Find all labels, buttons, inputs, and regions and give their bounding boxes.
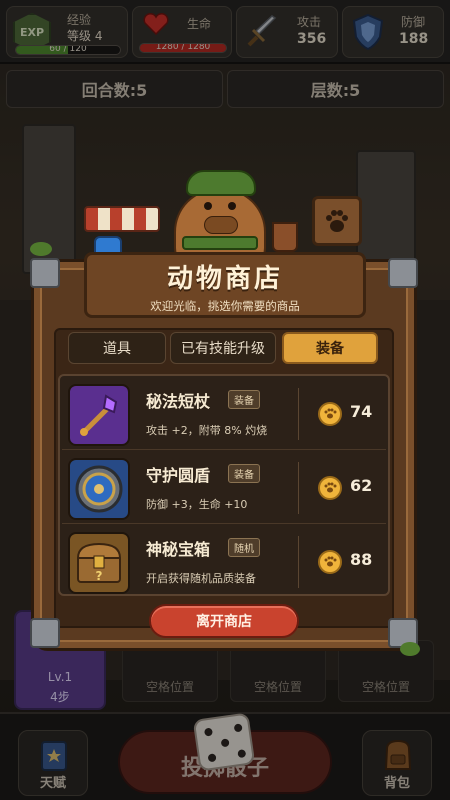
leave-shop-button[interactable]: 离开商店	[149, 604, 299, 638]
coin-icon	[318, 402, 342, 426]
shield-icon	[68, 458, 130, 520]
shop-subtitle: 欢迎光临，挑选你需要的商品	[150, 299, 300, 313]
corner-bracket	[388, 258, 418, 288]
paw-sign-icon	[312, 196, 362, 246]
item-desc: 防御 +3，生命 +10	[146, 498, 248, 511]
tab-skill-upgrade[interactable]: 已有技能升级	[170, 332, 276, 364]
divider	[298, 462, 299, 514]
item-price: 62	[350, 476, 373, 495]
tab-equipment[interactable]: 装备	[282, 332, 378, 364]
shop-item-row[interactable]: ? 神秘宝箱 随机 开启获得随机品质装备 88	[62, 526, 386, 598]
vine-decoration	[30, 242, 52, 256]
item-tag: 随机	[228, 538, 260, 557]
staff-icon	[68, 384, 130, 446]
item-name: 守护圆盾	[146, 466, 211, 485]
awning-decoration	[84, 206, 160, 232]
divider	[298, 536, 299, 588]
svg-text:?: ?	[96, 569, 103, 583]
coin-icon	[318, 550, 342, 574]
shop-item-row[interactable]: 秘法短杖 装备 攻击 +2，附带 8% 灼烧 74	[62, 378, 386, 450]
item-tag: 装备	[228, 390, 260, 409]
tab-items[interactable]: 道具	[68, 332, 166, 364]
item-price: 74	[350, 402, 373, 421]
item-tag: 装备	[228, 464, 260, 483]
divider	[298, 388, 299, 440]
item-name: 神秘宝箱	[146, 540, 211, 559]
coin-icon	[318, 476, 342, 500]
corner-bracket	[30, 258, 60, 288]
item-price: 88	[350, 550, 373, 569]
vine-decoration	[400, 642, 420, 656]
chest-icon: ?	[68, 532, 130, 594]
shop-title: 动物商店	[166, 264, 283, 294]
item-desc: 攻击 +2，附带 8% 灼烧	[146, 424, 268, 437]
shopkeeper-capybara	[164, 166, 274, 268]
corner-bracket	[30, 618, 60, 648]
plant-decoration	[272, 222, 298, 252]
item-desc: 开启获得随机品质装备	[146, 572, 256, 585]
shop-item-row[interactable]: 守护圆盾 装备 防御 +3，生命 +10 62	[62, 452, 386, 524]
item-name: 秘法短杖	[146, 392, 211, 411]
